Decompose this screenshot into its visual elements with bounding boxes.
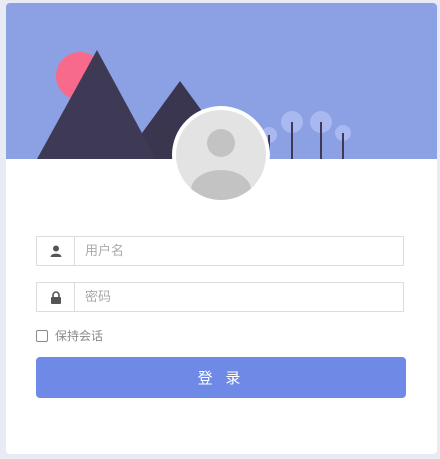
remember-label: 保持会话 <box>55 329 104 343</box>
remember-checkbox[interactable] <box>36 330 48 342</box>
lock-icon <box>37 283 75 311</box>
password-input[interactable] <box>75 283 405 311</box>
login-button[interactable]: 登 录 <box>36 357 406 398</box>
login-card: 保持会话 登 录 <box>6 3 437 454</box>
username-input[interactable] <box>75 237 405 265</box>
password-field[interactable] <box>36 282 405 312</box>
user-icon <box>37 237 75 265</box>
username-field[interactable] <box>36 236 405 266</box>
default-avatar-icon <box>176 110 266 200</box>
remember-session[interactable]: 保持会话 <box>36 327 103 345</box>
avatar-frame <box>172 106 270 204</box>
